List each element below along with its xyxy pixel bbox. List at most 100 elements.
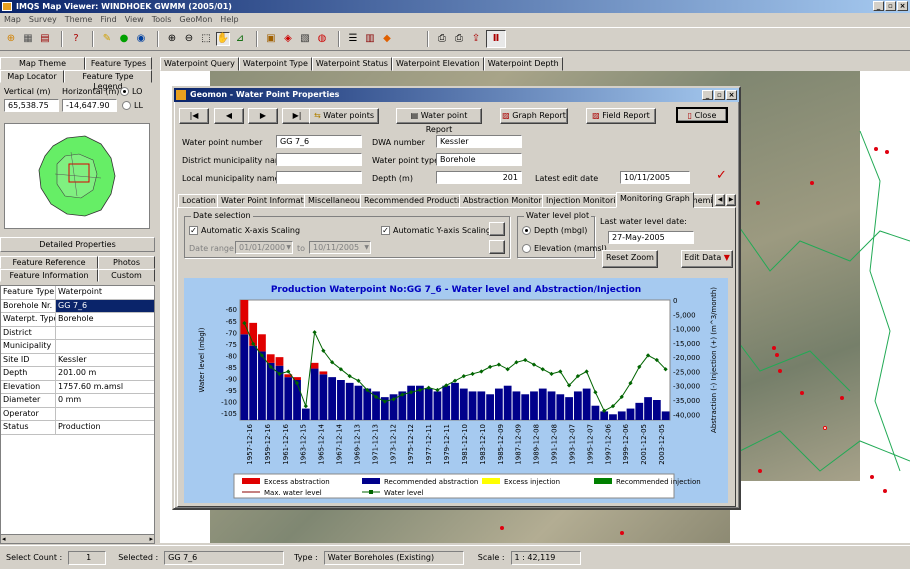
vertical-field[interactable]: 65,538.75 — [4, 99, 59, 112]
tab-scroll-left-icon[interactable]: ◀ — [715, 194, 725, 206]
tab-miscellaneous[interactable]: Miscellaneous — [304, 194, 369, 208]
document-icon[interactable]: ☰ — [346, 32, 360, 46]
pan-hand-icon[interactable]: ✋ — [216, 32, 230, 46]
tab-monitoring-graph[interactable]: Monitoring Graph — [616, 192, 694, 208]
tab-recommended-production[interactable]: Recommended Production — [360, 194, 474, 208]
y-scaling-options-button[interactable] — [489, 222, 505, 236]
auto-y-checkbox[interactable]: ✓ Automatic Y-axis Scaling... — [381, 225, 499, 237]
tab-feature-information[interactable]: Feature Information — [0, 269, 98, 282]
property-row[interactable]: Status Production — [1, 421, 154, 435]
waterpoint-marker[interactable] — [778, 369, 782, 373]
wp-number-field[interactable]: GG 7_6 — [276, 135, 362, 148]
property-row[interactable]: Site ID Kessler — [1, 353, 154, 367]
depth-field[interactable]: 201 — [436, 171, 522, 184]
close-window-button[interactable]: × — [897, 1, 908, 11]
graph-report-button[interactable]: ▨ Graph Report — [500, 108, 568, 124]
tab-feature-types[interactable]: Feature Types — [85, 57, 152, 70]
waterpoint-marker[interactable] — [883, 489, 887, 493]
tab-waterpoint-status[interactable]: Waterpoint Status — [311, 57, 392, 71]
green-dot-icon[interactable]: ● — [117, 32, 131, 46]
dwa-field[interactable]: Kessler — [436, 135, 522, 148]
water-points-button[interactable]: ⇆ Water points — [309, 108, 379, 124]
menu-find[interactable]: Find — [100, 13, 116, 27]
radio-lo[interactable]: LO — [120, 87, 142, 97]
depth-radio[interactable]: Depth (mbgl) — [522, 225, 587, 237]
maximize-button[interactable]: ▫ — [885, 1, 896, 11]
chart-tool-icon[interactable]: ▧ — [298, 32, 312, 46]
radio-ll[interactable]: LL — [122, 101, 143, 110]
property-row[interactable]: Borehole Nr. GG 7_6 — [1, 299, 154, 313]
zoom-in-icon[interactable]: ⊕ — [165, 32, 179, 46]
theme-icon[interactable]: ▣ — [264, 32, 278, 46]
property-row[interactable]: District — [1, 326, 154, 340]
dialog-close-x-button[interactable]: × — [726, 90, 737, 100]
waterpoint-marker[interactable] — [823, 426, 827, 430]
menu-geomon[interactable]: GeoMon — [179, 13, 212, 27]
menu-theme[interactable]: Theme — [65, 13, 93, 27]
property-row[interactable]: Waterpt. Type Borehole — [1, 313, 154, 327]
globe-icon[interactable]: ⊕ — [4, 32, 18, 46]
zoom-out-icon[interactable]: ⊖ — [182, 32, 196, 46]
waterpoint-marker[interactable] — [758, 469, 762, 473]
tab-waterpoint-elevation[interactable]: Waterpoint Elevation — [391, 57, 484, 71]
tab-location[interactable]: Location — [178, 194, 220, 208]
property-row[interactable]: Elevation 1757.60 m.amsl — [1, 380, 154, 394]
property-row[interactable]: Depth 201.00 m — [1, 367, 154, 381]
waterpoint-marker[interactable] — [840, 396, 844, 400]
property-row[interactable]: Operator — [1, 407, 154, 421]
field-report-button[interactable]: ▨ Field Report — [586, 108, 656, 124]
auto-x-checkbox[interactable]: ✓ Automatic X-axis Scaling — [189, 225, 300, 237]
property-row[interactable]: Feature Type: Waterpoint — [1, 286, 154, 300]
dialog-minimize-button[interactable]: _ — [702, 90, 713, 100]
local-field[interactable] — [276, 171, 362, 184]
horizontal-field[interactable]: -14,647.90 — [62, 99, 117, 112]
latest-edit-field[interactable]: 10/11/2005 — [620, 171, 690, 184]
close-button[interactable]: ▯ Close — [676, 107, 728, 123]
map-locator-overview[interactable] — [4, 123, 150, 229]
print-icon[interactable]: ⎙ — [452, 32, 466, 46]
export-icon[interactable]: ⇪ — [469, 32, 483, 46]
edit-data-button[interactable]: Edit Data ▼ — [681, 250, 733, 268]
measure-icon[interactable]: ⊿ — [233, 32, 247, 46]
menu-map[interactable]: Map — [4, 13, 21, 27]
properties-scrollbar[interactable]: ◂ ▸ — [0, 534, 155, 544]
chart-area[interactable]: Production Waterpoint No:GG 7_6 - Water … — [184, 278, 728, 503]
waterpoint-marker[interactable] — [800, 391, 804, 395]
alert-icon[interactable]: ◍ — [315, 32, 329, 46]
property-row[interactable]: Municipality — [1, 340, 154, 354]
tab-waterpoint-query[interactable]: Waterpoint Query — [160, 57, 239, 71]
property-row[interactable]: Diameter 0 mm — [1, 394, 154, 408]
next-record-button[interactable]: ▶ — [248, 108, 278, 124]
menu-survey[interactable]: Survey — [29, 13, 57, 27]
tab-photos[interactable]: Photos — [98, 256, 155, 269]
geomon-icon[interactable]: Ⅱ — [486, 30, 506, 48]
minimize-button[interactable]: _ — [873, 1, 884, 11]
date-range-options-button[interactable] — [489, 240, 505, 254]
first-record-button[interactable]: |◀ — [179, 108, 209, 124]
menu-help[interactable]: Help — [220, 13, 238, 27]
waterpoint-marker[interactable] — [874, 147, 878, 151]
tab-feature-type-legend[interactable]: Feature Type Legend — [64, 70, 152, 91]
scroll-right-icon[interactable]: ▸ — [149, 535, 153, 543]
tab-custom[interactable]: Custom — [98, 269, 155, 282]
report-icon[interactable]: ▥ — [363, 32, 377, 46]
date-from-field[interactable]: 01/01/2000 ▼ — [235, 241, 293, 254]
checkmark-icon[interactable]: ✓ — [716, 168, 727, 183]
elevation-radio[interactable]: Elevation (mamsl) — [522, 243, 607, 255]
menu-view[interactable]: View — [125, 13, 144, 27]
menu-tools[interactable]: Tools — [152, 13, 172, 27]
waterpoint-marker[interactable] — [810, 181, 814, 185]
date-to-field[interactable]: 10/11/2005 ▼ — [309, 241, 371, 254]
table-icon[interactable]: ▤ — [38, 32, 52, 46]
last-wl-field[interactable]: 27-May-2005 — [608, 231, 694, 244]
tab-scroll-right-icon[interactable]: ▶ — [726, 194, 736, 206]
water-point-report-button[interactable]: ▤ Water point Report — [396, 108, 482, 134]
reset-zoom-button[interactable]: Reset Zoom — [602, 250, 658, 268]
prev-record-button[interactable]: ◀ — [214, 108, 244, 124]
waterpoint-marker[interactable] — [500, 526, 504, 530]
layers-icon[interactable]: ▦ — [21, 32, 35, 46]
scroll-left-icon[interactable]: ◂ — [2, 535, 6, 543]
tab-waterpoint-type[interactable]: Waterpoint Type — [238, 57, 312, 71]
waterpoint-marker[interactable] — [870, 475, 874, 479]
stack-icon[interactable]: ◈ — [281, 32, 295, 46]
